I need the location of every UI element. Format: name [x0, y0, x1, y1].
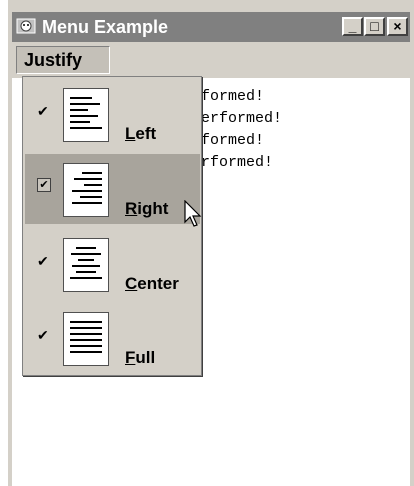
app-icon[interactable] — [16, 16, 36, 36]
log-line: rformed! — [192, 88, 265, 105]
check-icon: ✔ — [37, 327, 49, 343]
align-left-icon — [63, 88, 109, 142]
log-line: performed! — [192, 110, 283, 127]
maximize-button[interactable]: □ — [364, 17, 385, 36]
menu-justify[interactable]: Justify — [16, 46, 110, 74]
mouse-pointer-icon — [184, 199, 202, 233]
menu-item-left[interactable]: ✔ Left — [25, 79, 200, 149]
app-window: Menu Example _ □ × Justify rformed! perf… — [6, 0, 414, 486]
close-button[interactable]: × — [387, 17, 408, 36]
window-title: Menu Example — [42, 17, 169, 37]
align-center-icon — [63, 238, 109, 292]
check-icon: ✔ — [37, 103, 49, 119]
log-line: erformed! — [192, 154, 274, 171]
align-right-icon — [63, 163, 109, 217]
minimize-button[interactable]: _ — [342, 17, 363, 36]
menu-item-label: Right — [125, 199, 169, 218]
check-icon: ✔ — [37, 178, 51, 192]
menu-item-label: Left — [125, 124, 157, 143]
log-line: rformed! — [192, 132, 265, 149]
justify-dropdown-menu: ✔ Left ✔ Right ✔ Center ✔ Full — [22, 76, 202, 376]
menu-item-center[interactable]: ✔ Center — [25, 229, 200, 299]
menu-item-label: Center — [125, 274, 179, 293]
menu-item-full[interactable]: ✔ Full — [25, 303, 200, 373]
align-justify-icon — [63, 312, 109, 366]
menu-item-right[interactable]: ✔ Right — [25, 154, 200, 224]
check-icon: ✔ — [37, 253, 49, 269]
menu-bar: Justify — [12, 44, 410, 76]
title-bar[interactable]: Menu Example _ □ × — [12, 12, 410, 42]
menu-item-label: Full — [125, 348, 156, 367]
